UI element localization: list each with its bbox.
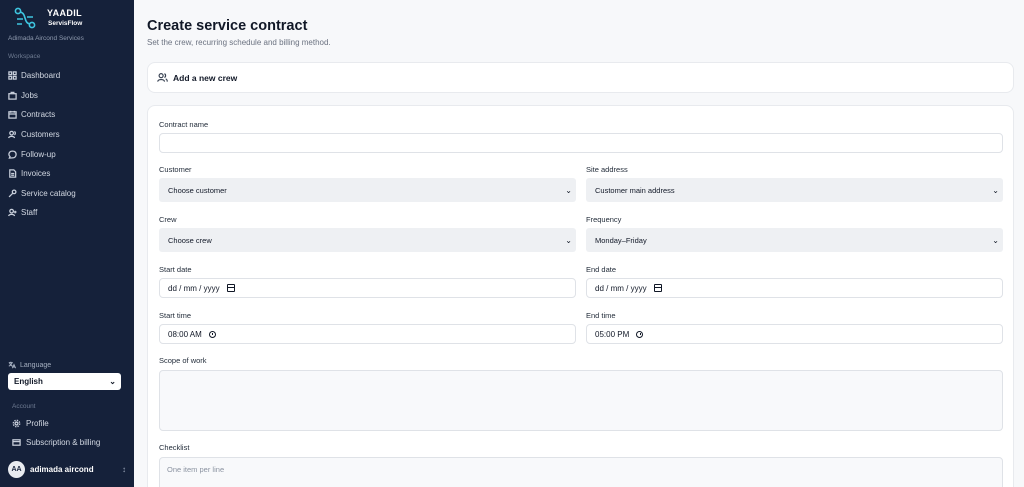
calendar-icon [8, 110, 17, 120]
sidebar-item-staff[interactable]: Staff [0, 203, 134, 223]
calendar-icon[interactable] [653, 284, 662, 292]
frequency-select[interactable]: Monday–Friday ⌄ [586, 228, 1003, 252]
sidebar-item-jobs[interactable]: Jobs [0, 86, 134, 106]
start-time-input[interactable]: 08:00 AM [159, 324, 576, 344]
sidebar: YAADIL ServisFlow Adimada Aircond Servic… [0, 0, 134, 487]
page-subtitle: Set the crew, recurring schedule and bil… [147, 38, 331, 47]
start-time-label: Start time [159, 311, 192, 320]
account-item-label: Profile [26, 419, 49, 428]
account-item-billing[interactable]: Subscription & billing [12, 438, 100, 447]
scope-label: Scope of work [159, 356, 207, 365]
start-date-label: Start date [159, 265, 192, 274]
chat-icon [8, 150, 17, 159]
sidebar-item-label: Follow-up [21, 149, 56, 159]
avatar: AA [8, 461, 25, 478]
end-date-input[interactable]: dd / mm / yyyy [586, 278, 1003, 298]
card-icon [12, 438, 21, 447]
contract-form: Contract name Customer Choose customer ⌄… [147, 105, 1014, 487]
end-time-label: End time [586, 311, 616, 320]
main-content: Create service contract Set the crew, re… [134, 0, 1024, 487]
brand-product: ServisFlow [48, 20, 83, 27]
sidebar-item-label: Invoices [21, 169, 51, 179]
account-item-profile[interactable]: Profile [12, 419, 49, 428]
sidebar-item-label: Contracts [21, 110, 56, 120]
crew-select-value: Choose crew [168, 235, 212, 245]
site-address-label: Site address [586, 165, 628, 174]
end-date-value: dd / mm / yyyy [595, 283, 647, 293]
account-label: Account [12, 403, 36, 410]
clock-icon[interactable] [636, 330, 644, 338]
user-menu[interactable]: AA adimada aircond ↕ [8, 460, 126, 479]
wrench-icon [8, 189, 17, 198]
page-title: Create service contract [147, 18, 308, 34]
sidebar-item-label: Jobs [21, 90, 38, 100]
end-time-input[interactable]: 05:00 PM [586, 324, 1003, 344]
sidebar-item-contracts[interactable]: Contracts [0, 105, 134, 125]
customer-select-value: Choose customer [168, 185, 227, 195]
account-item-label: Subscription & billing [26, 438, 101, 447]
sidebar-item-label: Service catalog [21, 188, 76, 198]
briefcase-icon [8, 91, 17, 100]
sidebar-item-customers[interactable]: Customers [0, 125, 134, 145]
customer-select[interactable]: Choose customer ⌄ [159, 178, 576, 202]
file-icon [8, 169, 17, 178]
translate-icon [8, 361, 16, 369]
end-date-label: End date [586, 265, 617, 274]
sidebar-item-follow-up[interactable]: Follow-up [0, 144, 134, 164]
sidebar-item-label: Staff [21, 208, 38, 218]
sidebar-item-label: Customers [21, 130, 60, 140]
add-crew-card[interactable]: Add a new crew [147, 62, 1014, 93]
language-value: English [14, 377, 43, 386]
end-time-value: 05:00 PM [595, 329, 630, 339]
org-name: Adimada Aircond Services [8, 35, 84, 42]
sidebar-item-service-catalog[interactable]: Service catalog [0, 184, 134, 204]
contract-name-label: Contract name [159, 120, 209, 129]
chevron-down-icon: ⌄ [565, 235, 572, 245]
start-time-value: 08:00 AM [168, 329, 202, 339]
add-crew-label: Add a new crew [173, 72, 238, 83]
users-icon [157, 73, 168, 82]
sidebar-item-dashboard[interactable]: Dashboard [0, 66, 134, 86]
language-select[interactable]: English ⌄ [8, 373, 121, 390]
clock-icon[interactable] [208, 330, 216, 338]
sidebar-nav: Dashboard Jobs Contracts Customers Follo… [0, 66, 134, 223]
crew-select[interactable]: Choose crew ⌄ [159, 228, 576, 252]
frequency-select-value: Monday–Friday [595, 235, 647, 245]
chevron-down-icon: ⌄ [565, 185, 572, 195]
sidebar-item-invoices[interactable]: Invoices [0, 164, 134, 184]
checklist-placeholder: One item per line [167, 465, 225, 474]
checklist-label: Checklist [159, 443, 190, 452]
contract-name-input[interactable] [159, 133, 1003, 153]
brand-name: YAADIL [47, 8, 83, 18]
brand[interactable]: YAADIL ServisFlow [14, 7, 82, 29]
customer-label: Customer [159, 165, 192, 174]
start-date-value: dd / mm / yyyy [168, 283, 220, 293]
gear-icon [12, 419, 21, 428]
user-name: adimada aircond [30, 465, 94, 474]
scope-textarea[interactable] [159, 370, 1003, 431]
site-address-select-value: Customer main address [595, 185, 675, 195]
chevron-updown-icon: ↕ [122, 465, 126, 474]
start-date-input[interactable]: dd / mm / yyyy [159, 278, 576, 298]
chevron-down-icon: ⌄ [992, 235, 999, 245]
brand-logo-icon [14, 7, 36, 29]
chevron-down-icon: ⌄ [109, 377, 116, 386]
site-address-select[interactable]: Customer main address ⌄ [586, 178, 1003, 202]
crew-label: Crew [159, 215, 177, 224]
checklist-textarea[interactable]: One item per line [159, 457, 1003, 487]
frequency-label: Frequency [586, 215, 622, 224]
chevron-down-icon: ⌄ [992, 185, 999, 195]
language-label: Language [8, 361, 51, 369]
users-icon [8, 130, 17, 139]
sidebar-item-label: Dashboard [21, 71, 61, 81]
calendar-icon[interactable] [226, 284, 235, 292]
user-plus-icon [8, 208, 17, 217]
grid-icon [8, 71, 17, 81]
workspace-label: Workspace [8, 53, 41, 60]
